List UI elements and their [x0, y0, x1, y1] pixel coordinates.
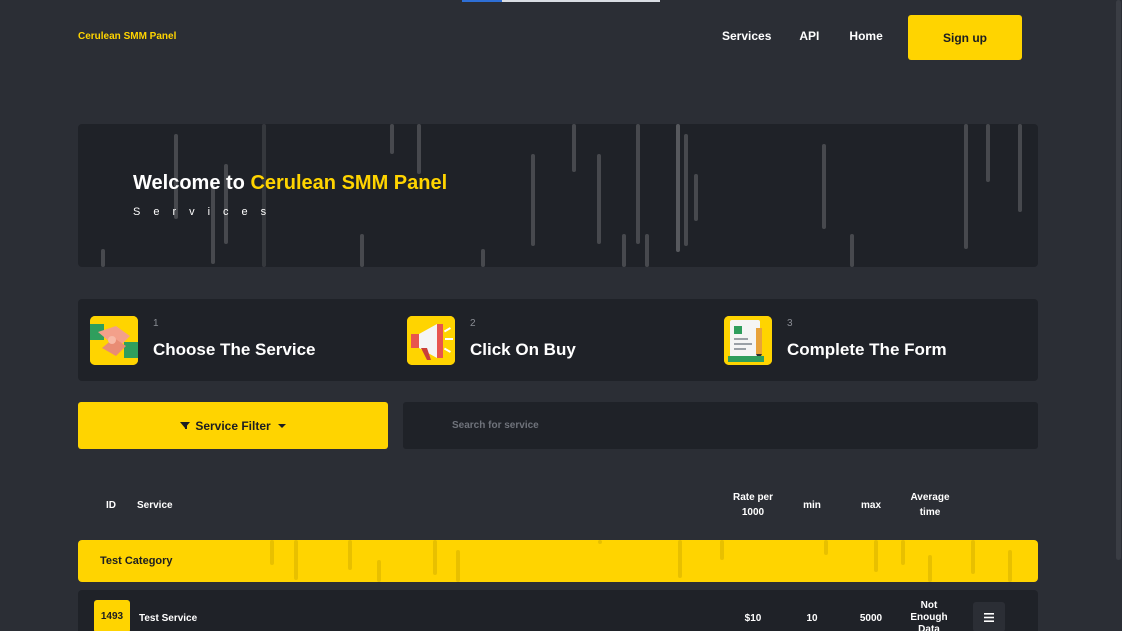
- hero-brand-text: Cerulean SMM Panel: [250, 172, 448, 194]
- column-header-max: max: [860, 500, 881, 511]
- browser-top-strip: [462, 0, 660, 2]
- caret-down-icon: [277, 423, 286, 428]
- hamburger-icon: [984, 612, 994, 622]
- hero-subtitle: Services: [133, 206, 280, 218]
- column-header-id: ID: [106, 500, 116, 511]
- column-header-min: min: [803, 500, 821, 511]
- column-header-rate: Rate per 1000: [732, 492, 773, 518]
- signup-button[interactable]: Sign up: [908, 15, 1022, 60]
- form-icon: [724, 316, 772, 365]
- service-filter-label: Service Filter: [195, 418, 271, 433]
- service-min: 10: [806, 613, 818, 624]
- service-max: 5000: [859, 613, 883, 624]
- hero-welcome-text: Welcome to: [133, 172, 245, 194]
- table-row[interactable]: 1493 Test Service $10 10 5000 Not Enough…: [78, 590, 1038, 631]
- service-menu-button[interactable]: [973, 602, 1005, 631]
- search-input[interactable]: [403, 402, 1038, 449]
- scrollbar[interactable]: [1114, 0, 1122, 631]
- handshake-icon: [90, 316, 138, 365]
- category-row[interactable]: Test Category: [78, 540, 1038, 582]
- category-label: Test Category: [100, 555, 173, 567]
- nav-home-link[interactable]: Home: [849, 29, 882, 43]
- hero-banner: Welcome to Cerulean SMM Panel Services: [78, 124, 1038, 267]
- column-header-service: Service: [137, 500, 173, 511]
- service-rate: $10: [744, 613, 762, 624]
- column-header-average-time: Average time: [910, 492, 950, 518]
- steps-panel: 1 Choose The Service 2 Click On Buy 3 Co…: [78, 299, 1038, 381]
- service-name: Test Service: [139, 613, 198, 624]
- hero-title: Welcome to Cerulean SMM Panel: [133, 172, 447, 195]
- megaphone-icon: [407, 316, 455, 365]
- step-number: 2: [470, 318, 476, 329]
- step-number: 3: [787, 318, 793, 329]
- service-id-badge: 1493: [94, 600, 130, 631]
- service-average-time: Not Enough Data: [910, 600, 948, 631]
- filter-icon-stem: [185, 424, 188, 429]
- nav-api-link[interactable]: API: [799, 29, 819, 43]
- nav-services-link[interactable]: Services: [722, 29, 771, 43]
- step-label: Click On Buy: [470, 340, 576, 359]
- step-number: 1: [153, 318, 159, 329]
- step-label: Complete The Form: [787, 340, 947, 359]
- brand-logo[interactable]: Cerulean SMM Panel: [78, 31, 176, 42]
- service-filter-button[interactable]: Service Filter: [78, 402, 388, 449]
- main-nav: Services API Home: [722, 29, 911, 43]
- step-label: Choose The Service: [153, 340, 316, 359]
